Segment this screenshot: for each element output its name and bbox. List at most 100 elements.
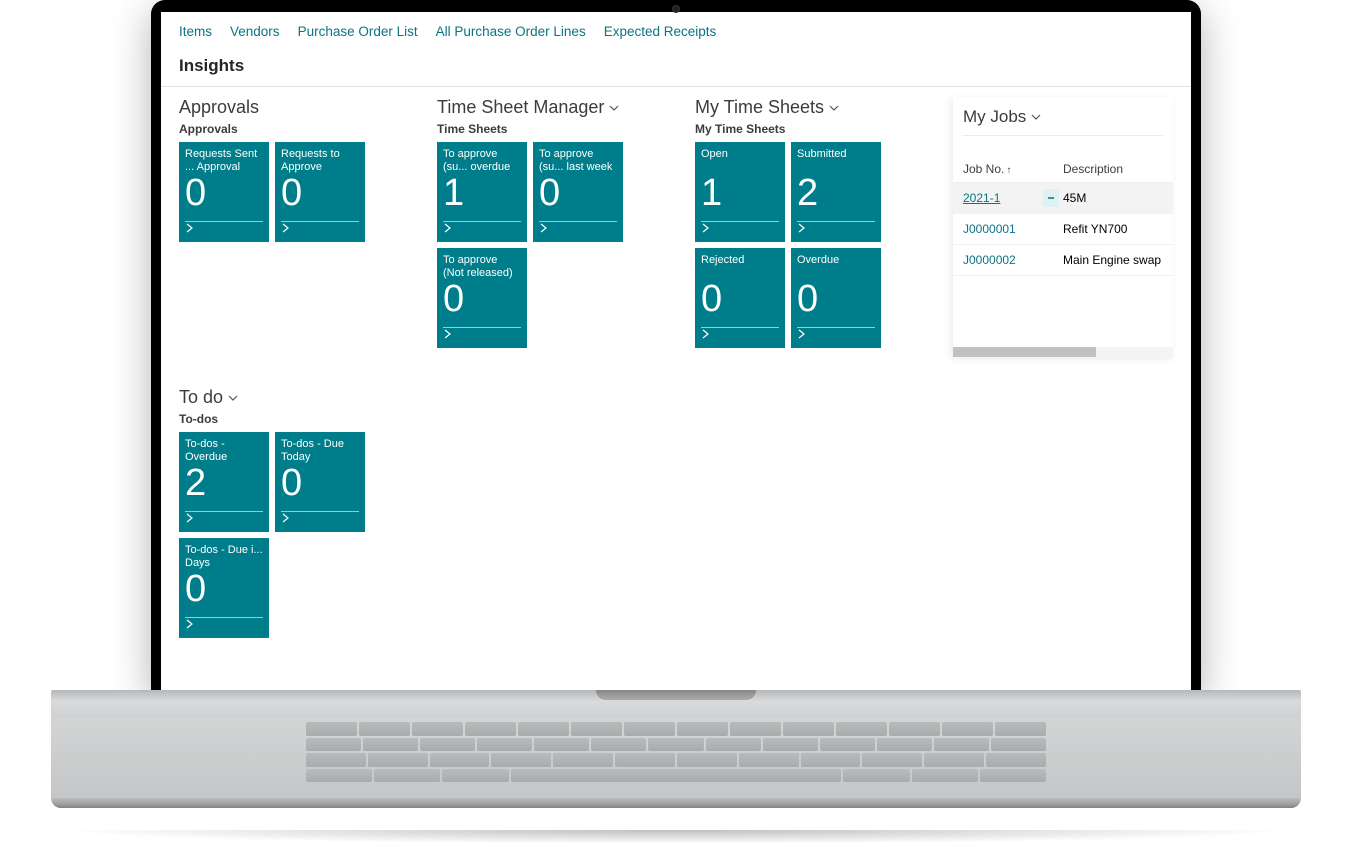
section-approvals-title-text: Approvals [179, 97, 259, 118]
tile-approve-lastweek[interactable]: To approve (su... last week 0 [533, 142, 623, 242]
tile-approve-notreleased[interactable]: To approve (Not released) 0 [437, 248, 527, 348]
job-row[interactable]: J0000001 Refit YN700 [953, 214, 1173, 245]
tile-todos-overdue[interactable]: To-dos - Overdue 2 [179, 432, 269, 532]
camera-icon [672, 5, 680, 13]
section-todo-title-text: To do [179, 387, 223, 408]
tile-divider [797, 221, 875, 222]
chevron-right-icon [185, 616, 195, 634]
nav-items[interactable]: Items [179, 24, 212, 39]
chevron-down-icon [1030, 108, 1042, 128]
tile-value: 0 [281, 464, 359, 502]
sort-asc-icon: ↑ [1006, 165, 1011, 176]
tile-value: 2 [797, 174, 875, 212]
job-row[interactable]: 2021-1 45M [953, 183, 1173, 214]
row-menu-icon[interactable] [1043, 189, 1059, 207]
section-mts-title-text: My Time Sheets [695, 97, 824, 118]
tile-value: 0 [701, 280, 779, 318]
laptop-base-front [51, 798, 1301, 808]
screen: Items Vendors Purchase Order List All Pu… [161, 12, 1191, 692]
tile-value: 0 [443, 280, 521, 318]
section-todo-title[interactable]: To do [179, 387, 1173, 408]
tile-requests-sent[interactable]: Requests Sent ... Approval 0 [179, 142, 269, 242]
tile-todos-due-in-days[interactable]: To-dos - Due i... Days 0 [179, 538, 269, 638]
jobs-header: Job No.↑ Description [953, 162, 1173, 183]
section-mts-subtitle: My Time Sheets [695, 122, 945, 136]
nav-expected-receipts[interactable]: Expected Receipts [604, 24, 717, 39]
job-description: Main Engine swap [1063, 253, 1163, 267]
section-approvals: Approvals Approvals Requests Sent ... Ap… [179, 97, 429, 357]
job-row[interactable]: J0000002 Main Engine swap [953, 245, 1173, 276]
chevron-right-icon [443, 220, 453, 238]
job-description: 45M [1063, 191, 1163, 205]
nav-all-po-lines[interactable]: All Purchase Order Lines [436, 24, 586, 39]
jobs-table: Job No.↑ Description 2021-1 45M J0000001… [953, 162, 1173, 276]
jobs-col-jobno[interactable]: Job No.↑ [963, 162, 1043, 176]
tile-label: To approve (Not released) [443, 254, 521, 280]
row-menu-icon[interactable] [1043, 251, 1059, 269]
jobs-scrollbar[interactable] [953, 347, 1173, 357]
insights-bar: Insights [161, 50, 1191, 87]
tile-divider [185, 511, 263, 512]
tile-value: 0 [281, 174, 359, 212]
tile-divider [185, 221, 263, 222]
tile-open[interactable]: Open 1 [695, 142, 785, 242]
tile-rejected[interactable]: Rejected 0 [695, 248, 785, 348]
tile-label: Open [701, 148, 779, 174]
tile-label: To approve (su... overdue [443, 148, 521, 174]
tile-label: To-dos - Due Today [281, 438, 359, 464]
jobs-divider [963, 135, 1163, 136]
approvals-tiles: Requests Sent ... Approval 0 Requests to… [179, 142, 429, 242]
tile-label: Requests Sent ... Approval [185, 148, 263, 174]
tile-label: Submitted [797, 148, 875, 174]
chevron-down-icon [608, 98, 620, 119]
tile-label: To approve (su... last week [539, 148, 617, 174]
tile-divider [701, 327, 779, 328]
section-todo: To do To-dos To-dos - Overdue 2 To-dos -… [161, 377, 1191, 638]
navbar: Items Vendors Purchase Order List All Pu… [161, 12, 1191, 50]
tile-approve-overdue[interactable]: To approve (su... overdue 1 [437, 142, 527, 242]
section-tsm-title[interactable]: Time Sheet Manager [437, 97, 687, 118]
chevron-down-icon [227, 388, 239, 409]
section-tsm-title-text: Time Sheet Manager [437, 97, 604, 118]
job-no-link[interactable]: J0000001 [963, 222, 1043, 236]
laptop-frame: Items Vendors Purchase Order List All Pu… [151, 0, 1201, 692]
tile-value: 0 [797, 280, 875, 318]
laptop-shadow [51, 830, 1301, 844]
chevron-right-icon [185, 220, 195, 238]
tile-label: To-dos - Due i... Days [185, 544, 263, 570]
content-grid: Approvals Approvals Requests Sent ... Ap… [161, 87, 1191, 357]
tile-value: 0 [185, 570, 263, 608]
tile-divider [539, 221, 617, 222]
tile-todos-due-today[interactable]: To-dos - Due Today 0 [275, 432, 365, 532]
tile-divider [797, 327, 875, 328]
chevron-right-icon [185, 510, 195, 528]
jobs-scrollbar-thumb[interactable] [953, 347, 1096, 357]
section-mts-title[interactable]: My Time Sheets [695, 97, 945, 118]
job-no-link[interactable]: J0000002 [963, 253, 1043, 267]
chevron-right-icon [281, 510, 291, 528]
jobs-col-jobno-text: Job No. [963, 162, 1004, 176]
nav-purchase-order-list[interactable]: Purchase Order List [298, 24, 418, 39]
laptop-base [51, 690, 1301, 830]
chevron-down-icon [828, 98, 840, 119]
chevron-right-icon [281, 220, 291, 238]
tile-label: Requests to Approve [281, 148, 359, 174]
chevron-right-icon [539, 220, 549, 238]
section-tsm: Time Sheet Manager Time Sheets To approv… [437, 97, 687, 357]
job-no-link[interactable]: 2021-1 [963, 191, 1043, 205]
tile-requests-to-approve[interactable]: Requests to Approve 0 [275, 142, 365, 242]
tile-value: 1 [701, 174, 779, 212]
keyboard-wrap [51, 718, 1301, 798]
tile-divider [443, 221, 521, 222]
tile-divider [185, 617, 263, 618]
section-mts: My Time Sheets My Time Sheets Open 1 Sub… [695, 97, 945, 357]
tile-overdue[interactable]: Overdue 0 [791, 248, 881, 348]
todo-tiles: To-dos - Overdue 2 To-dos - Due Today 0 … [179, 432, 379, 638]
tile-submitted[interactable]: Submitted 2 [791, 142, 881, 242]
my-jobs-title[interactable]: My Jobs [953, 107, 1173, 135]
chevron-right-icon [701, 220, 711, 238]
row-menu-icon[interactable] [1043, 220, 1059, 238]
jobs-col-description[interactable]: Description [1063, 162, 1163, 176]
nav-vendors[interactable]: Vendors [230, 24, 280, 39]
job-description: Refit YN700 [1063, 222, 1163, 236]
